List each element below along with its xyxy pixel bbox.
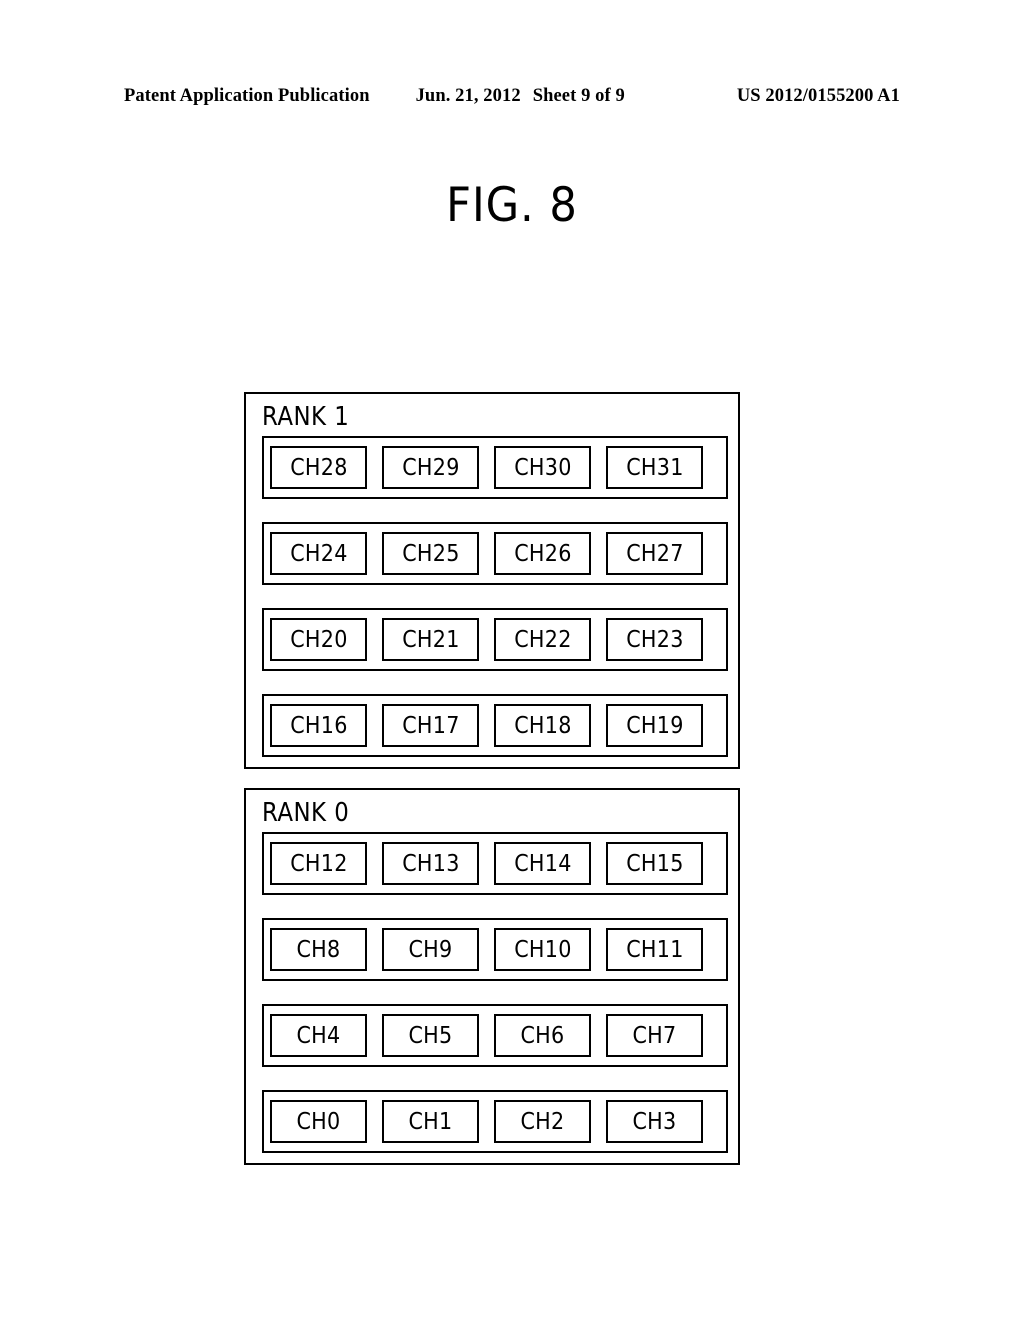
- channel-label: CH23: [625, 626, 684, 653]
- channel-box[interactable]: CH16: [270, 704, 367, 747]
- channel-box[interactable]: CH3: [606, 1100, 703, 1143]
- page-header: Patent Application Publication Jun. 21, …: [124, 86, 900, 110]
- channel-label: CH30: [513, 454, 572, 481]
- channel-label: CH16: [289, 712, 348, 739]
- channel-box[interactable]: CH24: [270, 532, 367, 575]
- figure-title: FIG. 8: [446, 178, 578, 233]
- patent-number: US 2012/0155200 A1: [736, 86, 900, 106]
- channel-box[interactable]: CH31: [606, 446, 703, 489]
- channel-box[interactable]: CH17: [382, 704, 479, 747]
- channel-label: CH1: [408, 1108, 453, 1135]
- channel-box[interactable]: CH22: [494, 618, 591, 661]
- channel-box[interactable]: CH12: [270, 842, 367, 885]
- channel-box[interactable]: CH14: [494, 842, 591, 885]
- channel-box[interactable]: CH29: [382, 446, 479, 489]
- channel-label: CH22: [513, 626, 572, 653]
- rank-group-0: RANK 0 CH12 CH13 CH14 CH15 CH8 CH9 CH10 …: [244, 788, 740, 1165]
- channel-label: CH12: [289, 850, 348, 877]
- channel-label: CH13: [401, 850, 460, 877]
- channel-row: CH28 CH29 CH30 CH31: [262, 436, 728, 499]
- channel-label: CH31: [625, 454, 684, 481]
- channel-row: CH0 CH1 CH2 CH3: [262, 1090, 728, 1153]
- rank-label: RANK 0: [262, 798, 350, 828]
- channel-row: CH20 CH21 CH22 CH23: [262, 608, 728, 671]
- channel-box[interactable]: CH21: [382, 618, 479, 661]
- channel-box[interactable]: CH7: [606, 1014, 703, 1057]
- channel-label: CH15: [625, 850, 684, 877]
- channel-label: CH0: [296, 1108, 341, 1135]
- channel-box[interactable]: CH13: [382, 842, 479, 885]
- channel-box[interactable]: CH8: [270, 928, 367, 971]
- channel-box[interactable]: CH28: [270, 446, 367, 489]
- channel-label: CH11: [625, 936, 684, 963]
- channel-box[interactable]: CH19: [606, 704, 703, 747]
- channel-row: CH8 CH9 CH10 CH11: [262, 918, 728, 981]
- channel-box[interactable]: CH10: [494, 928, 591, 971]
- channel-box[interactable]: CH25: [382, 532, 479, 575]
- channel-label: CH4: [296, 1022, 341, 1049]
- channel-box[interactable]: CH5: [382, 1014, 479, 1057]
- sheet-number: Sheet 9 of 9: [532, 86, 625, 106]
- publication-date: Jun. 21, 2012: [415, 86, 521, 106]
- channel-label: CH27: [625, 540, 684, 567]
- channel-label: CH14: [513, 850, 572, 877]
- channel-label: CH3: [632, 1108, 677, 1135]
- channel-label: CH20: [289, 626, 348, 653]
- channel-row: CH16 CH17 CH18 CH19: [262, 694, 728, 757]
- channel-box[interactable]: CH18: [494, 704, 591, 747]
- channel-label: CH29: [401, 454, 460, 481]
- channel-label: CH21: [401, 626, 460, 653]
- channel-box[interactable]: CH2: [494, 1100, 591, 1143]
- publication-label: Patent Application Publication: [124, 86, 370, 106]
- channel-box[interactable]: CH4: [270, 1014, 367, 1057]
- figure-diagram: RANK 1 CH28 CH29 CH30 CH31 CH24 CH25 CH2…: [244, 392, 740, 1165]
- channel-label: CH8: [296, 936, 341, 963]
- channel-label: CH9: [408, 936, 453, 963]
- channel-label: CH19: [625, 712, 684, 739]
- channel-row: CH24 CH25 CH26 CH27: [262, 522, 728, 585]
- channel-box[interactable]: CH30: [494, 446, 591, 489]
- channel-row: CH12 CH13 CH14 CH15: [262, 832, 728, 895]
- channel-box[interactable]: CH0: [270, 1100, 367, 1143]
- channel-box[interactable]: CH1: [382, 1100, 479, 1143]
- channel-box[interactable]: CH6: [494, 1014, 591, 1057]
- channel-label: CH6: [520, 1022, 565, 1049]
- channel-box[interactable]: CH11: [606, 928, 703, 971]
- channel-row: CH4 CH5 CH6 CH7: [262, 1004, 728, 1067]
- channel-box[interactable]: CH27: [606, 532, 703, 575]
- channel-box[interactable]: CH26: [494, 532, 591, 575]
- channel-label: CH5: [408, 1022, 453, 1049]
- channel-label: CH2: [520, 1108, 565, 1135]
- channel-label: CH24: [289, 540, 348, 567]
- channel-label: CH18: [513, 712, 572, 739]
- channel-box[interactable]: CH23: [606, 618, 703, 661]
- channel-box[interactable]: CH20: [270, 618, 367, 661]
- channel-label: CH7: [632, 1022, 677, 1049]
- channel-label: CH25: [401, 540, 460, 567]
- channel-box[interactable]: CH9: [382, 928, 479, 971]
- channel-label: CH17: [401, 712, 460, 739]
- channel-label: CH26: [513, 540, 572, 567]
- channel-box[interactable]: CH15: [606, 842, 703, 885]
- rank-group-1: RANK 1 CH28 CH29 CH30 CH31 CH24 CH25 CH2…: [244, 392, 740, 769]
- rank-label: RANK 1: [262, 402, 350, 432]
- channel-label: CH28: [289, 454, 348, 481]
- channel-label: CH10: [513, 936, 572, 963]
